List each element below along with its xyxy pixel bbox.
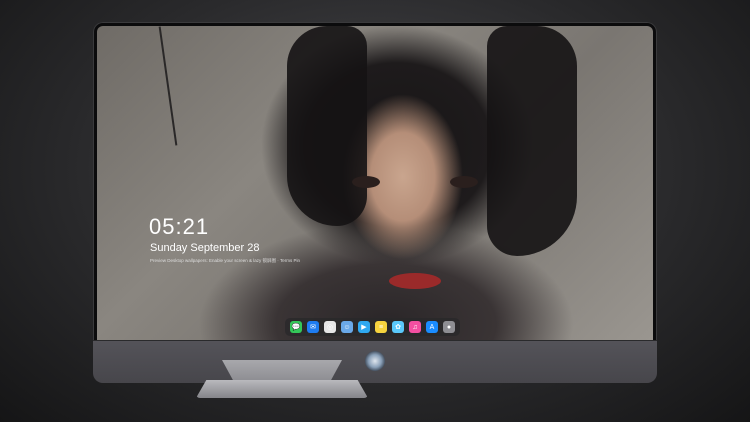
lock-clock: 05:21: [149, 214, 210, 239]
lock-date: Sunday September 28: [150, 242, 260, 254]
dock-finder-icon[interactable]: ☺: [341, 321, 353, 333]
dock-itunes-icon[interactable]: ♫: [409, 321, 421, 333]
wallpaper-lips: [389, 273, 441, 289]
imac-stand-neck: [222, 360, 342, 382]
dock-messages-icon[interactable]: 💬: [290, 321, 302, 333]
dock-notes-icon[interactable]: ≡: [375, 321, 387, 333]
logo-icon: [365, 351, 385, 371]
wallpaper-eye-left: [352, 176, 380, 188]
dock-camera-icon[interactable]: ●: [443, 321, 455, 333]
wallpaper-umbrella: [158, 26, 178, 146]
screen-bezel: 05:21 Sunday September 28 Preview Deskto…: [93, 22, 657, 344]
dock-app-store-icon[interactable]: A: [426, 321, 438, 333]
dock-safari-icon[interactable]: ◎: [324, 321, 336, 333]
dock-mail-icon[interactable]: ✉: [307, 321, 319, 333]
wallpaper-eye-right: [450, 176, 478, 188]
dock: 💬 ✉ ◎ ☺ ▶ ≡ ✿ ♫ A ●: [285, 318, 460, 336]
wallpaper-hair-left: [287, 26, 367, 226]
imac-chin: [93, 340, 657, 383]
lock-screen[interactable]: 05:21 Sunday September 28 Preview Deskto…: [97, 26, 653, 340]
wallpaper-hair-right: [487, 26, 577, 256]
dock-clips-icon[interactable]: ▶: [358, 321, 370, 333]
imac-stand-foot: [196, 380, 368, 398]
dock-photos-icon[interactable]: ✿: [392, 321, 404, 333]
lock-tip: Preview Desktop wallpapers: Enable your …: [150, 258, 301, 263]
